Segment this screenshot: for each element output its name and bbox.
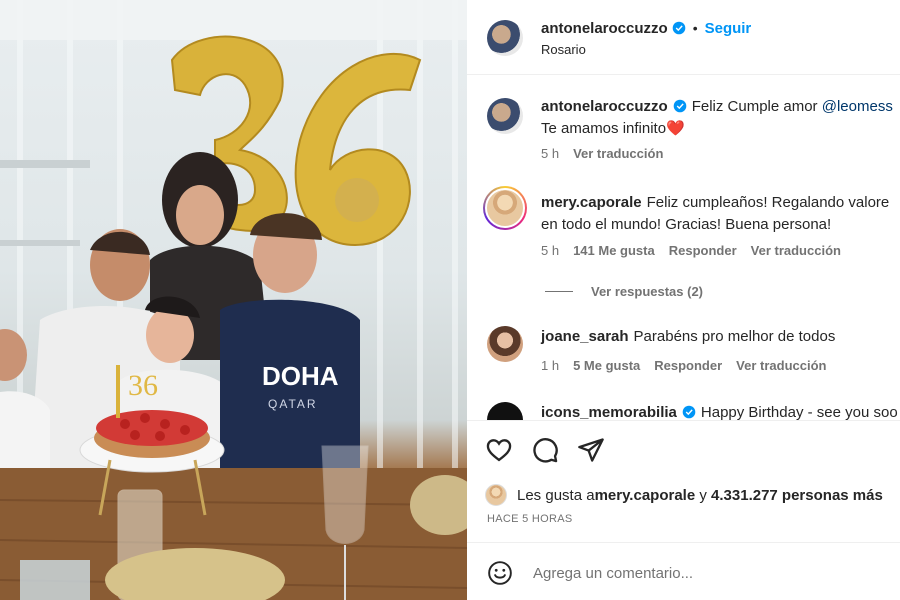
- verified-badge-icon: [673, 99, 686, 113]
- see-translation-link[interactable]: Ver traducción: [736, 358, 826, 373]
- caption-comment: antonelaroccuzzo Feliz Cumple amor @leome…: [487, 96, 900, 166]
- author-avatar[interactable]: [487, 20, 523, 56]
- likes-count-link[interactable]: 4.331.277 personas más: [711, 487, 883, 504]
- commenter-avatar[interactable]: [487, 326, 523, 362]
- header-line: antonelaroccuzzo • Seguir: [541, 20, 751, 38]
- comment-time: 5 h: [541, 146, 560, 161]
- birthday-photo-illustration: DOHA QATAR 36: [0, 0, 467, 600]
- comment-text-line1: Parabéns pro melhor de todos: [633, 328, 836, 345]
- post-timestamp[interactable]: HACE 5 HORAS: [487, 513, 573, 525]
- comment-text: icons_memorabilia Happy Birthday - see yo…: [541, 402, 900, 420]
- likes-prefix: Les gusta a: [517, 486, 595, 504]
- see-translation-link[interactable]: Ver traducción: [751, 243, 841, 258]
- replies-line: [545, 291, 573, 292]
- comment-text: joane_sarah Parabéns pro melhor de todos: [541, 326, 900, 348]
- mention-link[interactable]: @leomess: [822, 98, 893, 115]
- caption-text-part: Feliz Cumple amor: [691, 98, 822, 115]
- commenter-avatar[interactable]: [483, 186, 527, 230]
- comment-meta: 1 h 5 Me gusta Responder Ver traducción: [541, 358, 840, 373]
- liker-avatar[interactable]: [485, 484, 507, 506]
- post-side-panel: antonelaroccuzzo • Seguir Rosario antonela…: [467, 0, 900, 600]
- caption-username[interactable]: antonelaroccuzzo: [541, 98, 668, 115]
- red-heart-emoji: ❤️: [666, 120, 685, 137]
- instagram-post-view: DOHA QATAR 36 antonelaroccuzzo • Seguir …: [0, 0, 900, 600]
- caption-avatar[interactable]: [487, 98, 523, 134]
- comment-likes[interactable]: 141 Me gusta: [573, 243, 655, 258]
- comment-likes[interactable]: 5 Me gusta: [573, 358, 640, 373]
- reply-button[interactable]: Responder: [654, 358, 722, 373]
- post-actions: [485, 436, 605, 464]
- caption-text: antonelaroccuzzo Feliz Cumple amor @leome…: [541, 96, 900, 140]
- separator-dot: •: [692, 20, 698, 36]
- add-comment-bar: [487, 558, 900, 588]
- heart-icon[interactable]: [485, 436, 513, 464]
- comment-text-line1: Feliz cumpleaños! Regalando valore: [646, 194, 890, 211]
- comment-text-line1: Happy Birthday - see you soo: [700, 404, 898, 420]
- shirt-text-qatar: QATAR: [268, 397, 318, 411]
- caption-line2: Te amamos infinito: [541, 120, 667, 137]
- header-divider: [467, 74, 900, 75]
- commenter-avatar[interactable]: [487, 402, 523, 420]
- emoji-icon[interactable]: [487, 560, 513, 586]
- comment-meta: 5 h 141 Me gusta Responder Ver traducción: [541, 243, 855, 258]
- caption-meta: 5 h Ver traducción: [541, 146, 677, 161]
- reply-button[interactable]: Responder: [669, 243, 737, 258]
- comment-item: icons_memorabilia Happy Birthday - see yo…: [487, 402, 900, 420]
- commenter-username[interactable]: joane_sarah: [541, 328, 629, 345]
- post-location[interactable]: Rosario: [541, 42, 586, 57]
- comment-divider: [467, 542, 900, 543]
- comment-text-line2: en todo el mundo! Gracias! Buena persona…: [541, 216, 832, 233]
- comment-item: mery.caporale Feliz cumpleaños! Regalando…: [483, 186, 900, 282]
- verified-badge-icon: [682, 405, 696, 419]
- post-photo[interactable]: DOHA QATAR 36: [0, 0, 467, 600]
- comment-text: mery.caporale Feliz cumpleaños! Regalando…: [541, 192, 900, 236]
- likes-mid: y: [695, 486, 712, 504]
- actions-divider: [467, 420, 900, 421]
- shirt-text-doha: DOHA: [262, 361, 339, 391]
- follow-button[interactable]: Seguir: [705, 20, 752, 37]
- liker-username[interactable]: mery.caporale: [595, 487, 696, 504]
- author-username[interactable]: antonelaroccuzzo: [541, 20, 668, 37]
- comment-time: 5 h: [541, 243, 560, 258]
- comment-time: 1 h: [541, 358, 560, 373]
- view-replies-button[interactable]: Ver respuestas (2): [545, 284, 703, 299]
- commenter-username[interactable]: mery.caporale: [541, 194, 642, 211]
- commenter-username[interactable]: icons_memorabilia: [541, 404, 677, 420]
- likes-summary: Les gusta a mery.caporale y 4.331.277 pe…: [485, 484, 883, 506]
- comment-icon[interactable]: [531, 436, 559, 464]
- verified-badge-icon: [672, 21, 685, 35]
- view-replies-label: Ver respuestas (2): [591, 284, 704, 299]
- comment-input[interactable]: [533, 564, 853, 582]
- share-icon[interactable]: [577, 436, 605, 464]
- cake-topper: 36: [128, 369, 158, 402]
- see-translation-link[interactable]: Ver traducción: [573, 146, 663, 161]
- comment-item: joane_sarah Parabéns pro melhor de todos …: [487, 326, 900, 376]
- post-header: antonelaroccuzzo • Seguir Rosario: [487, 18, 900, 58]
